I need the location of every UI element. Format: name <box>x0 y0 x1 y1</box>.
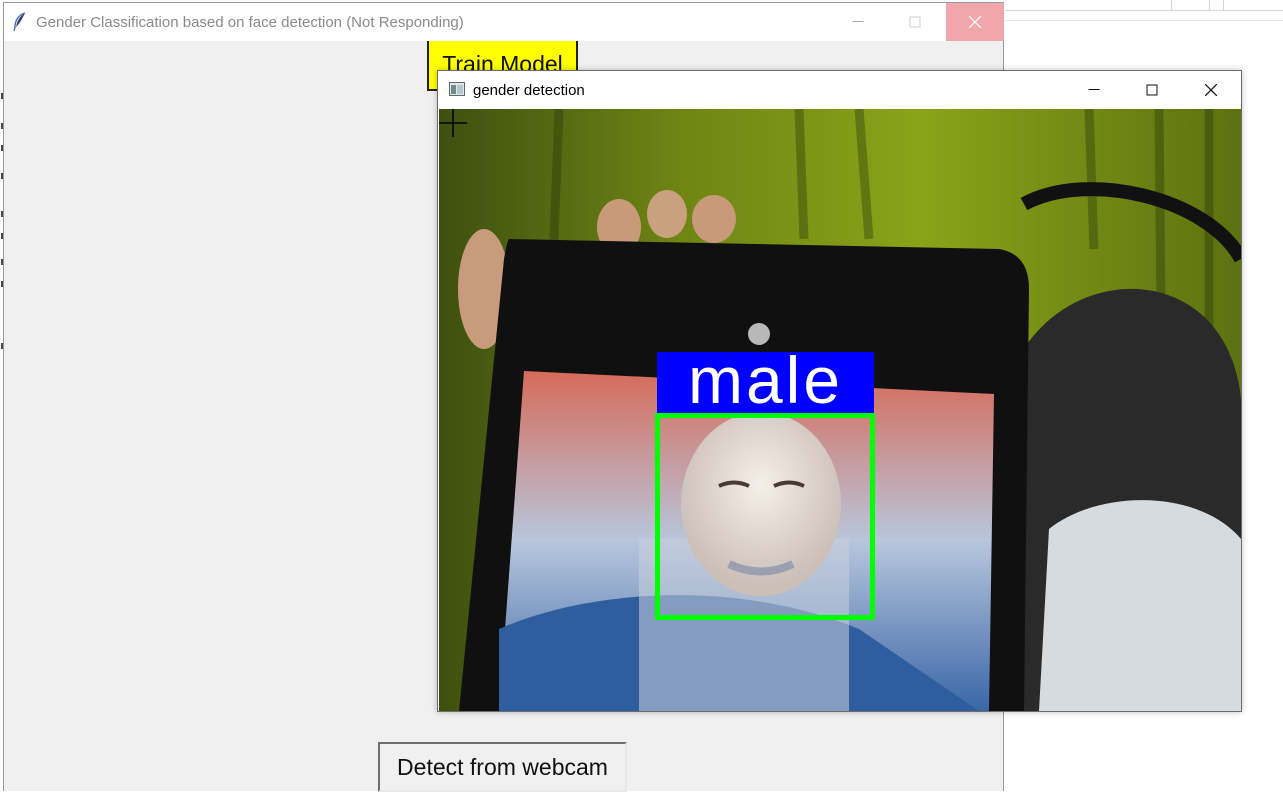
detection-minimize-button[interactable] <box>1065 71 1123 109</box>
gender-prediction-label: male <box>657 347 874 415</box>
minimize-icon <box>1088 89 1100 90</box>
maximize-icon <box>909 16 920 28</box>
detection-maximize-button[interactable] <box>1123 71 1181 109</box>
window-edge-artifacts <box>1 93 4 373</box>
feather-icon <box>13 12 26 32</box>
close-icon <box>1205 84 1217 96</box>
face-bounding-box <box>655 413 875 620</box>
maximize-icon <box>1146 84 1158 96</box>
detection-window-title: gender detection <box>473 82 585 99</box>
detect-from-webcam-button[interactable]: Detect from webcam <box>378 742 627 792</box>
gender-detection-window: gender detection male <box>437 70 1242 712</box>
close-icon <box>969 16 981 28</box>
main-titlebar[interactable]: Gender Classification based on face dete… <box>4 3 1004 41</box>
detection-close-button[interactable] <box>1181 71 1241 109</box>
minimize-icon <box>852 21 863 22</box>
minimize-button[interactable] <box>829 3 886 41</box>
background-window-edge <box>1005 0 1283 22</box>
maximize-button[interactable] <box>886 3 943 41</box>
crosshair-cursor-icon <box>439 109 467 137</box>
webcam-video-frame: male <box>439 109 1241 711</box>
main-window-title: Gender Classification based on face dete… <box>36 14 464 31</box>
close-button[interactable] <box>946 3 1004 41</box>
app-window-icon <box>449 82 465 96</box>
detection-titlebar[interactable]: gender detection <box>438 71 1241 109</box>
